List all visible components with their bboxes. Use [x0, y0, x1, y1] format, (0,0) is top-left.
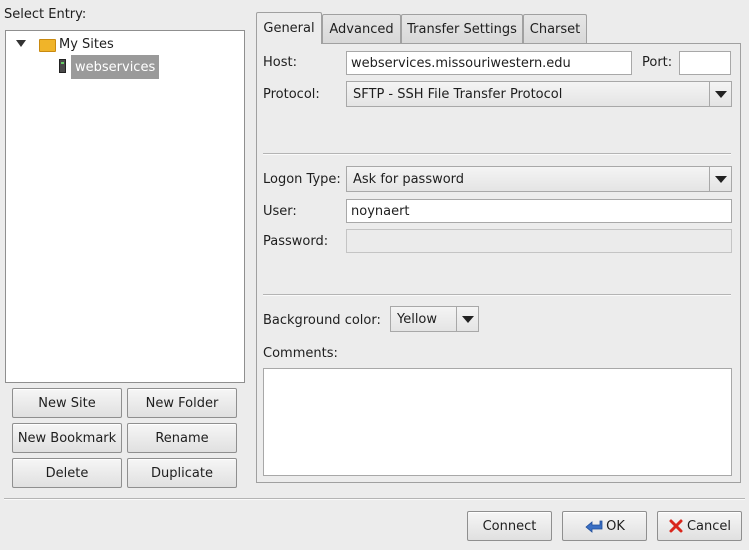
tab-transfer-settings[interactable]: Transfer Settings	[401, 14, 523, 43]
comments-label: Comments:	[263, 346, 338, 361]
new-site-button[interactable]: New Site	[12, 388, 122, 418]
chevron-down-icon	[709, 167, 731, 191]
protocol-value: SFTP - SSH File Transfer Protocol	[353, 86, 563, 102]
ok-label: OK	[606, 518, 625, 534]
divider	[263, 294, 731, 296]
tree-item-webservices[interactable]: webservices	[71, 55, 160, 79]
logon-type-value: Ask for password	[353, 171, 465, 187]
cancel-x-icon	[669, 519, 683, 533]
protocol-label: Protocol:	[263, 87, 320, 102]
comments-textarea[interactable]	[263, 368, 732, 476]
background-color-select[interactable]: Yellow	[390, 306, 479, 332]
chevron-down-icon	[709, 82, 731, 106]
host-label: Host:	[263, 55, 297, 70]
duplicate-button[interactable]: Duplicate	[127, 458, 237, 488]
cancel-label: Cancel	[686, 518, 732, 534]
delete-button[interactable]: Delete	[12, 458, 122, 488]
new-folder-button[interactable]: New Folder	[127, 388, 237, 418]
tree-item-my-sites[interactable]: My Sites	[59, 37, 114, 52]
host-input[interactable]: webservices.missouriwestern.edu	[346, 51, 632, 75]
folder-icon	[39, 39, 56, 52]
tab-advanced[interactable]: Advanced	[322, 14, 401, 43]
password-label: Password:	[263, 234, 329, 249]
port-input[interactable]	[679, 51, 731, 75]
chevron-down-icon	[456, 307, 478, 331]
ok-arrow-icon	[585, 520, 603, 533]
protocol-select[interactable]: SFTP - SSH File Transfer Protocol	[346, 81, 732, 107]
divider	[263, 153, 731, 155]
cancel-button[interactable]: Cancel	[657, 511, 742, 541]
user-label: User:	[263, 204, 297, 219]
logon-type-label: Logon Type:	[263, 172, 341, 187]
connect-button[interactable]: Connect	[467, 511, 552, 541]
tab-general[interactable]: General	[256, 12, 322, 44]
password-input	[346, 229, 732, 253]
footer-divider	[4, 498, 745, 500]
rename-button[interactable]: Rename	[127, 423, 237, 453]
site-tree[interactable]: My Sites webservices	[5, 30, 245, 383]
server-icon	[59, 59, 66, 73]
background-color-label: Background color:	[263, 313, 381, 328]
expand-triangle-icon[interactable]	[16, 40, 26, 47]
ok-button[interactable]: OK	[562, 511, 647, 541]
port-label: Port:	[642, 55, 673, 70]
logon-type-select[interactable]: Ask for password	[346, 166, 732, 192]
select-entry-label: Select Entry:	[4, 7, 87, 22]
background-color-value: Yellow	[397, 311, 438, 327]
new-bookmark-button[interactable]: New Bookmark	[12, 423, 122, 453]
user-input[interactable]: noynaert	[346, 199, 732, 223]
tab-charset[interactable]: Charset	[523, 14, 587, 43]
